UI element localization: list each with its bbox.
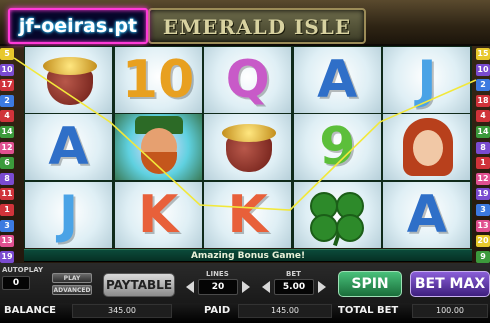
payline-marker[interactable]: 9 — [476, 250, 490, 263]
payline-marker[interactable]: 10 — [0, 63, 14, 76]
pot-gold-shape — [43, 57, 97, 75]
bet-label: BET — [286, 270, 301, 278]
lines-decrease-arrow-icon[interactable] — [186, 281, 194, 293]
payline-marker[interactable]: 8 — [476, 141, 490, 154]
payline-marker[interactable]: 3 — [0, 219, 14, 232]
symbol-label: K — [137, 184, 179, 245]
payline-markers-left: 5 10 17 2 4 14 12 6 8 11 1 3 13 19 — [0, 48, 14, 266]
payline-marker[interactable]: 20 — [476, 235, 490, 248]
payline-marker[interactable]: 19 — [476, 188, 490, 201]
symbol-label: 9 — [319, 117, 356, 178]
symbol-label: Q — [225, 50, 270, 110]
autoplay-label: AUTOPLAY — [2, 266, 44, 274]
title-plaque: EMERALD ISLE — [148, 8, 366, 44]
watermark-logo: jf-oeiras.pt — [8, 8, 148, 44]
payline-marker[interactable]: 19 — [0, 250, 14, 263]
payline-marker[interactable]: 17 — [0, 79, 14, 92]
bet-value: 5.00 — [274, 279, 314, 295]
payline-marker[interactable]: 6 — [0, 157, 14, 170]
payline-marker[interactable]: 11 — [0, 188, 14, 201]
lines-label: LINES — [206, 270, 229, 278]
reel-symbol-9: 9 — [293, 114, 381, 181]
symbol-label: A — [406, 184, 448, 245]
reel-symbol-j: J — [383, 47, 471, 113]
balance-value: 345.00 — [72, 304, 172, 318]
paytable-button[interactable]: PAYTABLE — [103, 273, 175, 297]
reel-symbol-q: Q — [204, 47, 292, 113]
lines-increase-arrow-icon[interactable] — [242, 281, 250, 293]
payline-marker[interactable]: 2 — [476, 79, 490, 92]
symbol-label: J — [417, 50, 437, 110]
leprechaun-beard-shape — [140, 152, 177, 175]
pot-icon — [25, 47, 112, 113]
reel-symbol-10: 10 — [114, 47, 202, 113]
watermark-text: jf-oeiras.pt — [18, 15, 138, 37]
payline-marker[interactable]: 8 — [0, 172, 14, 185]
spin-button[interactable]: SPIN — [338, 271, 402, 297]
symbol-label: 10 — [121, 50, 195, 110]
slot-machine: EMERALD ISLE jf-oeiras.pt A J 10 K Q K A 9 J A 51… — [0, 0, 490, 323]
reel-symbol-a: A — [293, 47, 381, 113]
payline-marker[interactable]: 3 — [476, 203, 490, 216]
woman-icon — [383, 114, 471, 181]
reel-symbol-a: A — [383, 181, 471, 248]
payline-marker[interactable]: 4 — [476, 110, 490, 123]
total-bet-value: 100.00 — [412, 304, 488, 318]
payline-marker[interactable]: 13 — [0, 235, 14, 248]
payline-marker[interactable]: 1 — [476, 157, 490, 170]
reel-symbol-j: J — [25, 181, 112, 248]
game-title: EMERALD ISLE — [162, 15, 352, 39]
payline-marker[interactable]: 13 — [476, 219, 490, 232]
payline-marker[interactable]: 14 — [476, 125, 490, 138]
payline-marker[interactable]: 1 — [0, 203, 14, 216]
symbol-label: J — [58, 184, 79, 245]
paid-label: PAID — [204, 305, 231, 316]
clover-leaf-shape — [309, 213, 338, 242]
reel-symbol-k: K — [204, 181, 292, 248]
payline-marker[interactable]: 5 — [0, 48, 14, 60]
pot-icon — [204, 114, 292, 181]
leprechaun-icon — [114, 114, 202, 181]
payline-marker[interactable]: 12 — [476, 172, 490, 185]
balance-label: BALANCE — [4, 305, 57, 316]
payline-marker[interactable]: 12 — [0, 141, 14, 154]
payline-marker[interactable]: 14 — [0, 125, 14, 138]
bet-increase-arrow-icon[interactable] — [318, 281, 326, 293]
advanced-button[interactable]: ADVANCED — [52, 285, 92, 295]
payline-marker[interactable]: 15 — [476, 48, 490, 60]
autoplay-count[interactable]: 0 — [2, 276, 30, 290]
symbol-label: A — [48, 117, 89, 178]
message-bar: Amazing Bonus Game! — [24, 249, 472, 262]
reels-area: A J 10 K Q K A 9 J A — [24, 46, 472, 248]
bet-decrease-arrow-icon[interactable] — [262, 281, 270, 293]
reel-symbol-a: A — [25, 114, 112, 181]
payline-marker[interactable]: 2 — [0, 94, 14, 107]
clover-icon — [293, 181, 381, 248]
symbol-label: K — [227, 184, 268, 245]
payline-marker[interactable]: 18 — [476, 94, 490, 107]
reel-symbol-k: K — [114, 181, 202, 248]
payline-marker[interactable]: 10 — [476, 63, 490, 76]
clover-leaf-shape — [335, 213, 364, 242]
lines-value: 20 — [198, 279, 238, 295]
play-button[interactable]: PLAY — [52, 273, 92, 283]
total-bet-label: TOTAL BET — [338, 305, 399, 316]
payline-marker[interactable]: 4 — [0, 110, 14, 123]
paid-value: 145.00 — [238, 304, 332, 318]
bet-max-button[interactable]: BET MAX — [410, 271, 490, 297]
symbol-label: A — [317, 50, 358, 110]
payline-markers-right: 15 10 2 18 4 14 8 1 12 19 3 13 20 9 — [476, 48, 490, 266]
